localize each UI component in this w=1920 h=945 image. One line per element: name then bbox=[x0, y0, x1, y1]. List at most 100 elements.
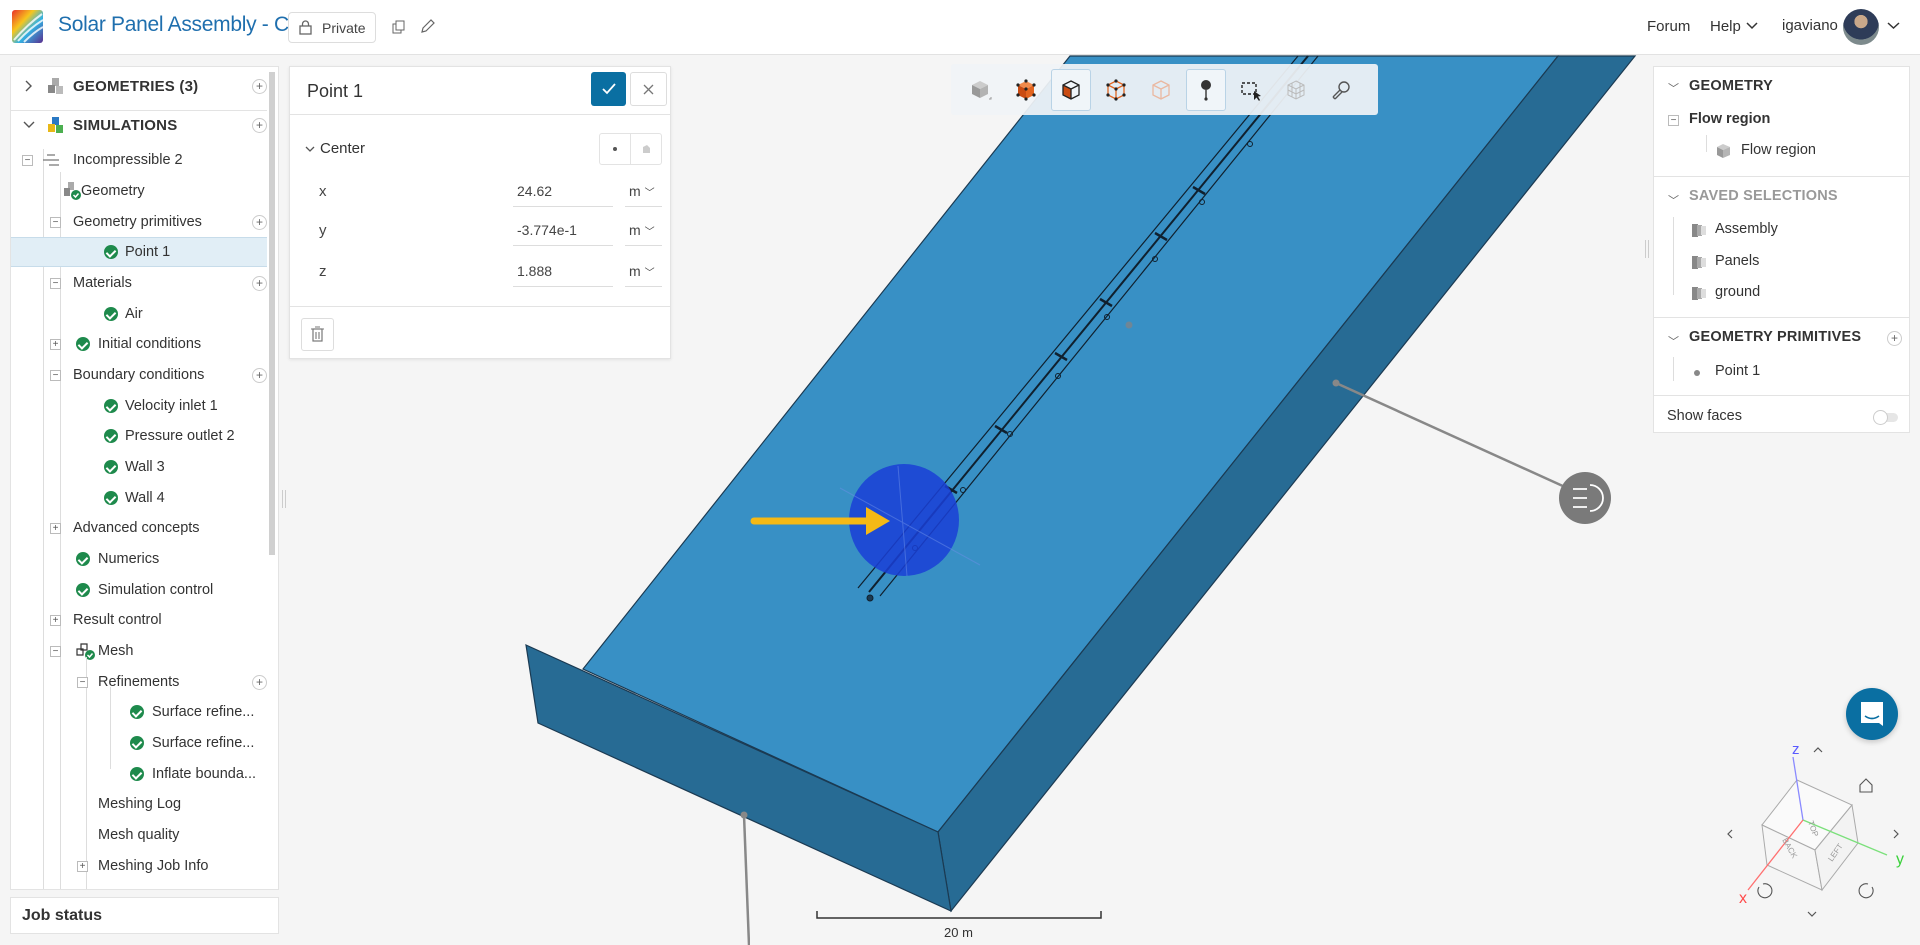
tree-item-surface-refinement-2[interactable]: Surface refine... bbox=[11, 728, 267, 758]
home-icon[interactable] bbox=[1859, 778, 1873, 793]
flow-region-item[interactable]: Flow region bbox=[1741, 142, 1816, 158]
velocity-inlet-callout-icon[interactable] bbox=[1559, 472, 1611, 524]
tree-item-pressure-outlet[interactable]: Pressure outlet 2 bbox=[11, 421, 267, 451]
resize-handle[interactable] bbox=[282, 490, 286, 508]
tree-item-point-1[interactable]: Point 1 bbox=[11, 237, 267, 267]
collapse-toggle[interactable]: − bbox=[50, 369, 61, 381]
point-tool-button[interactable] bbox=[1186, 68, 1226, 111]
delete-button[interactable] bbox=[301, 318, 334, 351]
expand-toggle[interactable]: + bbox=[77, 860, 88, 872]
x-input[interactable]: 24.62 bbox=[513, 177, 613, 207]
close-button[interactable] bbox=[630, 72, 667, 106]
tree-item-velocity-inlet[interactable]: Velocity inlet 1 bbox=[11, 391, 267, 421]
y-input[interactable]: -3.774e-1 bbox=[513, 216, 613, 246]
mesh-view-button[interactable] bbox=[1276, 69, 1316, 111]
avatar[interactable] bbox=[1843, 9, 1879, 45]
show-faces-toggle[interactable] bbox=[1873, 410, 1898, 425]
add-boundary-condition-button[interactable]: + bbox=[252, 367, 267, 383]
selection-assembly[interactable]: Assembly bbox=[1715, 221, 1778, 237]
y-unit-select[interactable]: m ﹀ bbox=[625, 216, 662, 246]
tree-scrollbar[interactable] bbox=[269, 72, 275, 555]
flow-region-parent[interactable]: Flow region bbox=[1689, 111, 1770, 127]
z-input[interactable]: 1.888 bbox=[513, 257, 613, 287]
add-primitive-button[interactable]: + bbox=[252, 214, 267, 230]
collapse-toggle[interactable]: − bbox=[22, 154, 33, 166]
view-cube[interactable]: z y x TOP BACK LEFT bbox=[1720, 740, 1920, 930]
confirm-button[interactable] bbox=[591, 72, 626, 106]
tree-item-mesh-quality[interactable]: Mesh quality bbox=[11, 820, 267, 850]
add-material-button[interactable]: + bbox=[252, 275, 267, 291]
collapse-toggle[interactable]: − bbox=[50, 216, 61, 228]
rotate-right-icon[interactable] bbox=[1858, 883, 1874, 899]
chevron-down-icon[interactable]: ﹀ bbox=[1668, 333, 1679, 349]
add-primitive-button[interactable]: + bbox=[1887, 331, 1902, 346]
tree-item-meshing-job-info[interactable]: + Meshing Job Info bbox=[11, 851, 267, 881]
tree-item-refinements[interactable]: − Refinements + bbox=[11, 667, 267, 697]
select-faces-button[interactable] bbox=[1051, 68, 1091, 111]
copy-icon[interactable] bbox=[392, 20, 406, 34]
tree-section-simulations[interactable]: SIMULATIONS + bbox=[11, 110, 267, 140]
z-unit-select[interactable]: m ﹀ bbox=[625, 257, 662, 287]
collapse-toggle[interactable]: − bbox=[77, 676, 88, 688]
tree-item-geometry-primitives[interactable]: − Geometry primitives + bbox=[11, 207, 267, 237]
collapse-toggle[interactable]: − bbox=[1668, 115, 1679, 126]
tree-item-result-control[interactable]: + Result control bbox=[11, 605, 267, 635]
project-title[interactable]: Solar Panel Assembly - Copy bbox=[58, 13, 322, 37]
point-mode-button[interactable] bbox=[600, 134, 631, 164]
expand-toggle[interactable]: + bbox=[50, 522, 61, 534]
tree-item-inflate-boundary[interactable]: Inflate bounda... bbox=[11, 759, 267, 789]
chevron-down-icon[interactable] bbox=[23, 121, 35, 129]
tree-item-numerics[interactable]: Numerics bbox=[11, 544, 267, 574]
privacy-button[interactable]: Private bbox=[288, 12, 376, 43]
box-select-button[interactable] bbox=[1231, 69, 1271, 111]
chevron-down-icon[interactable]: ﹀ bbox=[1668, 192, 1679, 208]
chevron-down-icon[interactable] bbox=[1746, 22, 1758, 30]
selection-ground[interactable]: ground bbox=[1715, 284, 1760, 300]
tree-item-meshing-log[interactable]: Meshing Log bbox=[11, 789, 267, 819]
collapse-toggle[interactable]: − bbox=[50, 277, 61, 289]
primitive-point-1[interactable]: Point 1 bbox=[1715, 363, 1760, 379]
tree-item-incompressible[interactable]: − Incompressible 2 bbox=[11, 145, 267, 175]
rotate-left-icon[interactable] bbox=[1757, 883, 1773, 899]
username[interactable]: igaviano bbox=[1782, 17, 1838, 34]
select-volumes-button[interactable] bbox=[1006, 69, 1046, 111]
3d-viewport[interactable] bbox=[0, 55, 1920, 945]
resize-handle[interactable] bbox=[1645, 240, 1649, 258]
measure-tool-button[interactable] bbox=[1321, 69, 1361, 111]
expand-toggle[interactable]: + bbox=[50, 338, 61, 350]
forum-link[interactable]: Forum bbox=[1647, 18, 1690, 35]
help-menu[interactable]: Help bbox=[1710, 18, 1741, 35]
collapse-toggle[interactable]: − bbox=[50, 645, 61, 657]
add-geometry-button[interactable]: + bbox=[252, 78, 267, 94]
add-refinement-button[interactable]: + bbox=[252, 674, 267, 690]
view-mode-button[interactable] bbox=[961, 69, 1001, 111]
point-mode-toggle[interactable] bbox=[599, 133, 662, 165]
tree-item-initial-conditions[interactable]: + Initial conditions bbox=[11, 329, 267, 359]
select-edges-button[interactable] bbox=[1096, 69, 1136, 111]
tree-item-materials[interactable]: − Materials + bbox=[11, 268, 267, 298]
tree-item-simulation-control[interactable]: Simulation control bbox=[11, 575, 267, 605]
add-simulation-button[interactable]: + bbox=[252, 117, 267, 133]
tree-item-wall-3[interactable]: Wall 3 bbox=[11, 452, 267, 482]
tree-item-boundary-conditions[interactable]: − Boundary conditions + bbox=[11, 360, 267, 390]
app-logo-icon[interactable] bbox=[12, 10, 43, 43]
tree-section-geometries[interactable]: GEOMETRIES (3) + bbox=[11, 71, 267, 101]
tree-item-mesh[interactable]: − Mesh bbox=[11, 636, 267, 666]
tree-item-advanced-concepts[interactable]: + Advanced concepts bbox=[11, 513, 267, 543]
tree-item-geometry[interactable]: Geometry bbox=[11, 176, 267, 206]
chat-button[interactable] bbox=[1846, 688, 1898, 740]
x-unit-select[interactable]: m ﹀ bbox=[625, 177, 662, 207]
chevron-down-icon[interactable]: ﹀ bbox=[1668, 80, 1679, 96]
tree-item-wall-4[interactable]: Wall 4 bbox=[11, 483, 267, 513]
expand-toggle[interactable]: + bbox=[50, 614, 61, 626]
job-status-panel[interactable]: Job status bbox=[10, 897, 279, 934]
user-menu-chevron-icon[interactable] bbox=[1887, 22, 1900, 30]
select-vertices-button[interactable] bbox=[1141, 69, 1181, 111]
edit-pencil-icon[interactable] bbox=[420, 19, 435, 34]
face-center-mode-button[interactable] bbox=[631, 134, 661, 164]
chevron-right-icon[interactable] bbox=[25, 80, 33, 92]
tree-item-surface-refinement-1[interactable]: Surface refine... bbox=[11, 697, 267, 727]
chevron-down-icon[interactable] bbox=[305, 146, 315, 153]
tree-item-air[interactable]: Air bbox=[11, 299, 267, 329]
selection-panels[interactable]: Panels bbox=[1715, 253, 1759, 269]
